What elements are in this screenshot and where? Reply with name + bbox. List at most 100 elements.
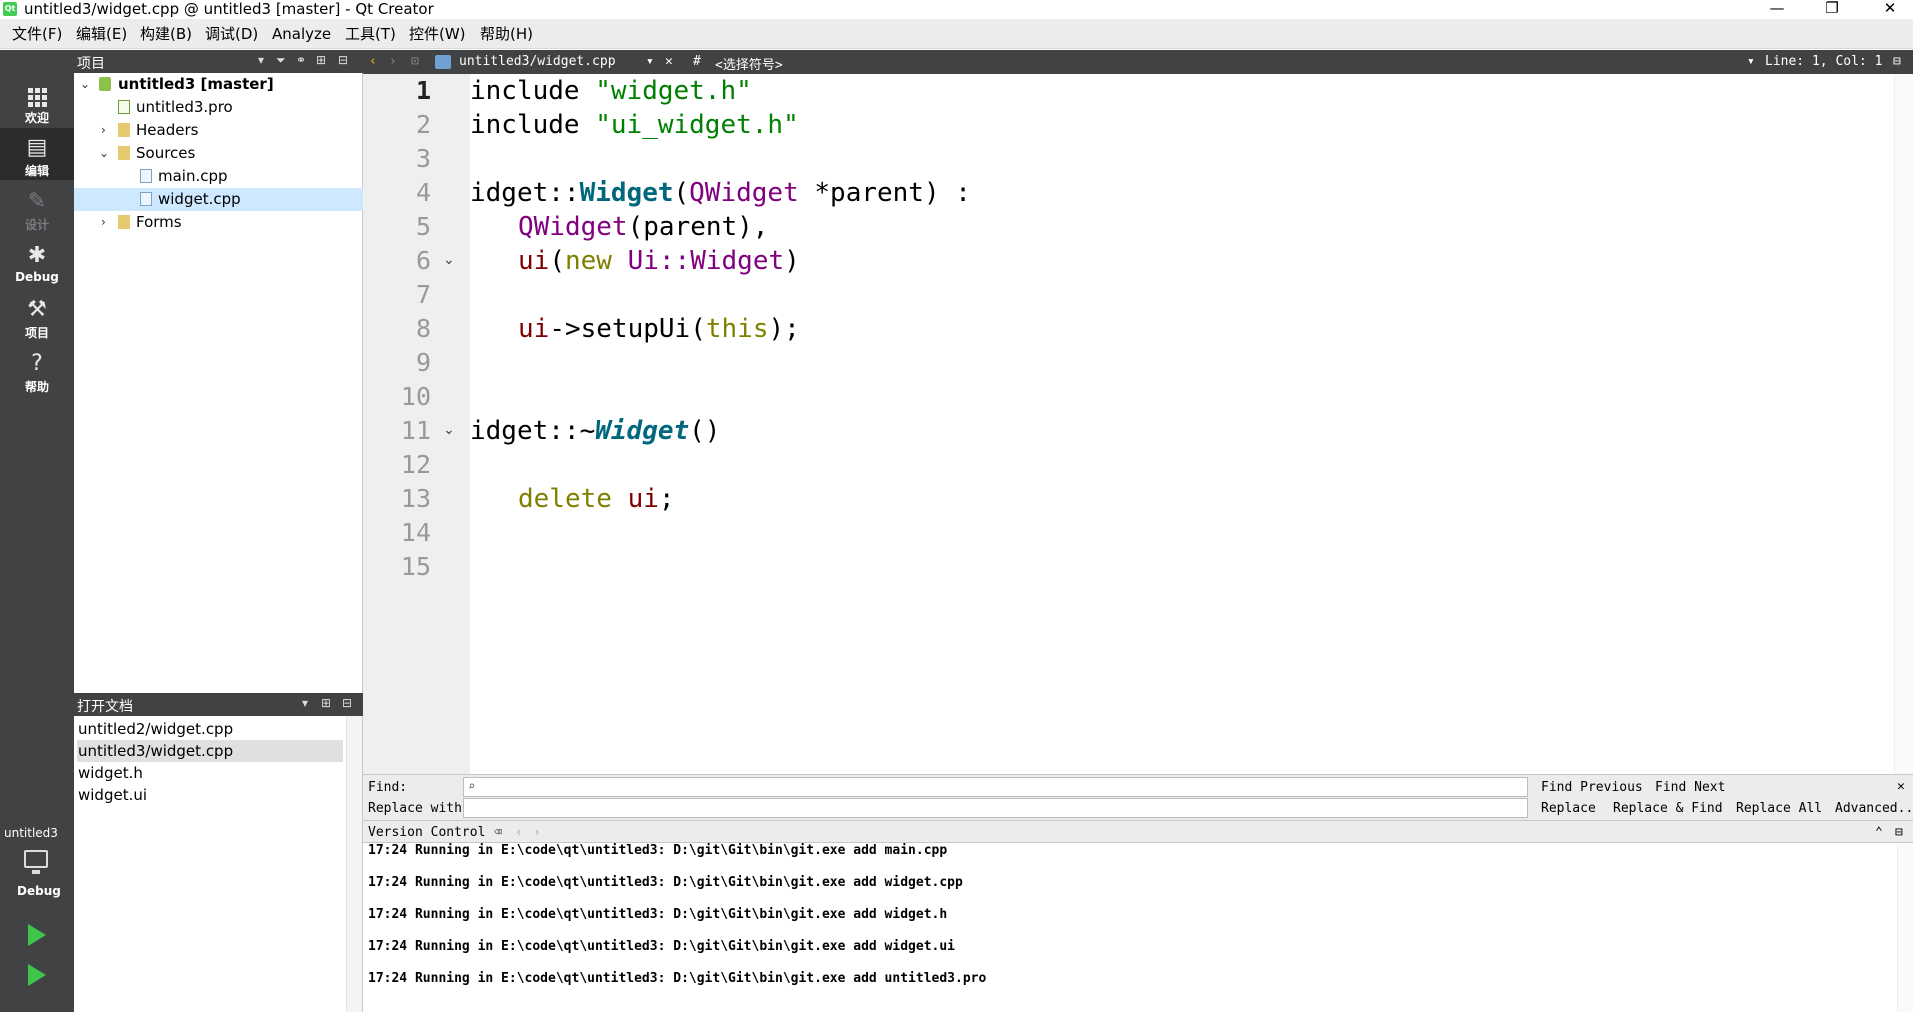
symbol-hash: # (693, 54, 701, 69)
mode-projects[interactable]: ⚒ 项目 (0, 290, 74, 342)
menu-tools[interactable]: 工具(T) (345, 25, 396, 43)
code-token: *parent) : (798, 178, 971, 208)
tree-item-headers[interactable]: › Headers (74, 119, 363, 142)
tree-item-project[interactable]: ⌄ untitled3 [master] (74, 73, 363, 96)
chevron-down-icon[interactable]: ▾ (1747, 54, 1755, 69)
code-line: delete ui; (518, 482, 675, 516)
mode-edit[interactable]: ▤ 编辑 (0, 128, 74, 180)
mode-label: Debug (15, 270, 59, 284)
forward-arrow-icon[interactable]: › (533, 825, 541, 840)
menu-help[interactable]: 帮助(H) (480, 25, 533, 43)
kit-selector[interactable]: untitled3 Debug (0, 822, 74, 902)
chevron-up-icon[interactable]: ⌃ (1875, 825, 1883, 840)
tree-item-label: main.cpp (158, 167, 228, 185)
open-documents-list: untitled2/widget.cpp untitled3/widget.cp… (74, 716, 363, 1012)
mode-debug[interactable]: ✱ Debug (0, 236, 74, 288)
mode-label: 帮助 (24, 380, 49, 394)
close-document-icon[interactable]: ✕ (665, 54, 673, 69)
tree-item-widget-cpp[interactable]: widget.cpp (74, 188, 363, 211)
split-icon[interactable]: ⊟ (1893, 54, 1901, 69)
fold-chevron-icon[interactable]: ⌄ (443, 252, 455, 268)
member-name: ui (518, 314, 550, 344)
open-document-item[interactable]: widget.h (77, 762, 343, 784)
documents-scrollbar[interactable] (346, 716, 362, 1012)
cursor-position: Line: 1, Col: 1 (1765, 54, 1883, 69)
clear-output-icon[interactable]: ⌫ (494, 825, 502, 840)
code-token: ); (768, 314, 800, 344)
debug-run-button[interactable] (28, 964, 46, 986)
menu-controls[interactable]: 控件(W) (409, 25, 466, 43)
fold-chevron-icon[interactable]: ⌄ (443, 422, 455, 438)
code-editor[interactable]: include "widget.h" include "ui_widget.h"… (470, 74, 1894, 774)
split-icon[interactable]: ⊞ (321, 696, 331, 710)
close-pane-icon[interactable]: ⊟ (342, 696, 352, 710)
replace-button[interactable]: Replace (1541, 801, 1596, 816)
chevron-right-icon[interactable]: › (101, 211, 106, 233)
monitor-icon (24, 850, 48, 874)
cpp-file-icon (435, 55, 451, 69)
code-line: ui(new Ui::Widget) (518, 244, 800, 278)
kit-project-name: untitled3 (4, 826, 58, 840)
chevron-down-icon[interactable]: ▾ (258, 53, 264, 67)
line-number: 11 (400, 416, 431, 445)
project-tree: ⌄ untitled3 [master] untitled3.pro › Hea… (74, 73, 363, 693)
back-arrow-icon[interactable]: ‹ (515, 825, 523, 840)
back-arrow-icon[interactable]: ‹ (369, 54, 377, 69)
editor-scrollbar[interactable] (1894, 74, 1913, 774)
open-documents-header: 打开文档 ▾ ⊞ ⊟ (74, 693, 363, 716)
menu-file[interactable]: 文件(F) (12, 25, 62, 43)
code-token: ( (549, 246, 565, 276)
open-document-item[interactable]: untitled3/widget.cpp (77, 740, 343, 762)
code-line: QWidget(parent), (518, 210, 768, 244)
code-line: idget::~Widget() (470, 414, 720, 448)
chevron-down-icon[interactable]: ▾ (302, 696, 308, 710)
mode-design[interactable]: ✎ 设计 (0, 182, 74, 234)
find-next-button[interactable]: Find Next (1655, 780, 1725, 795)
forward-arrow-icon[interactable]: › (389, 54, 397, 69)
maximize-button[interactable]: ❐ (1809, 0, 1855, 18)
tree-item-sources[interactable]: ⌄ Sources (74, 142, 363, 165)
close-pane-icon[interactable]: ⊟ (338, 53, 348, 67)
open-document-item[interactable]: untitled2/widget.cpp (77, 718, 343, 740)
replace-input[interactable] (463, 798, 1528, 818)
link-icon[interactable]: ⚭ (296, 53, 306, 67)
filter-icon[interactable]: ⏷ (276, 53, 286, 68)
replace-and-find-button[interactable]: Replace & Find (1613, 801, 1723, 816)
symbol-selector[interactable]: <选择符号> (715, 54, 783, 73)
minimize-button[interactable]: — (1754, 0, 1800, 18)
close-button[interactable]: ✕ (1867, 0, 1913, 18)
menu-build[interactable]: 构建(B) (140, 25, 192, 43)
split-icon[interactable]: ⊞ (316, 53, 326, 67)
tree-item-pro-file[interactable]: untitled3.pro (74, 96, 363, 119)
chevron-down-icon[interactable]: ▾ (646, 54, 654, 69)
menu-debug[interactable]: 调试(D) (205, 25, 258, 43)
run-button[interactable] (28, 924, 46, 946)
find-previous-button[interactable]: Find Previous (1541, 780, 1643, 795)
menu-edit[interactable]: 编辑(E) (76, 25, 127, 43)
chevron-down-icon[interactable]: ⌄ (80, 73, 90, 95)
editor-toolbar: ‹ › ⊡ untitled3/widget.cpp ▾ ✕ # <选择符号> … (363, 50, 1913, 74)
line-number: 15 (400, 552, 431, 581)
find-input[interactable]: ⌕ (463, 777, 1528, 797)
find-label: Find: (368, 780, 408, 795)
line-number: 14 (400, 518, 431, 547)
string-literal: "widget.h" (595, 76, 752, 106)
replace-all-button[interactable]: Replace All (1736, 801, 1822, 816)
close-find-icon[interactable]: ✕ (1897, 779, 1905, 794)
advanced-button[interactable]: Advanced... (1835, 801, 1913, 816)
mode-welcome[interactable]: 欢迎 (0, 76, 74, 128)
current-file-name[interactable]: untitled3/widget.cpp (459, 54, 616, 69)
menu-analyze[interactable]: Analyze (272, 25, 331, 43)
split-icon[interactable]: ⊟ (1895, 825, 1903, 840)
chevron-right-icon[interactable]: › (101, 119, 106, 141)
output-scrollbar[interactable] (1897, 843, 1913, 1012)
open-document-item[interactable]: widget.ui (77, 784, 343, 806)
tree-item-forms[interactable]: › Forms (74, 211, 363, 234)
chevron-down-icon[interactable]: ⌄ (99, 142, 109, 164)
preprocessor-keyword: include (470, 76, 596, 106)
tree-item-main-cpp[interactable]: main.cpp (74, 165, 363, 188)
function-name: Widget (595, 416, 690, 446)
tree-item-label: widget.cpp (158, 190, 241, 208)
mode-help[interactable]: ? 帮助 (0, 344, 74, 396)
version-control-output: 17:24 Running in E:\code\qt\untitled3: D… (363, 843, 1913, 1012)
